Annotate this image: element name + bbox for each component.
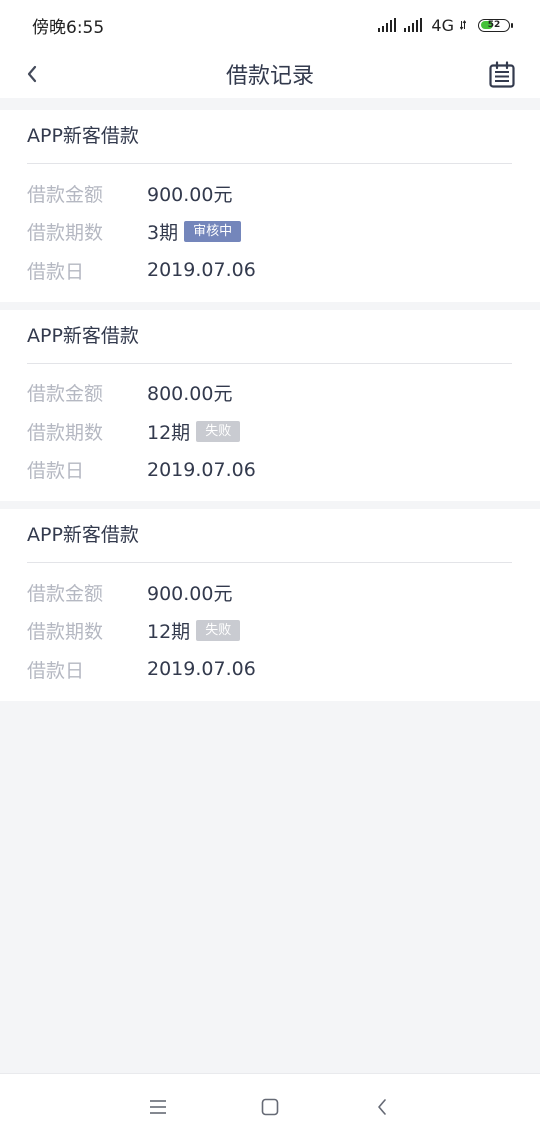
amount-row: 借款金额 800.00元: [27, 374, 512, 413]
loan-record-details: 借款金额 900.00元 借款期数 12期 失败 借款日 2019.07.06: [27, 563, 512, 701]
term-label: 借款期数: [27, 421, 104, 444]
term-row: 借款期数 12期 失败: [27, 612, 512, 651]
system-navigation-bar: [0, 1073, 540, 1140]
term-value: 12期: [147, 421, 191, 444]
term-value-group: 12期 失败: [147, 617, 241, 644]
signal-icon: [377, 18, 397, 32]
loan-record-details: 借款金额 800.00元 借款期数 12期 失败 借款日 2019.07.06: [27, 364, 512, 502]
battery-level: 52: [487, 19, 501, 30]
status-badge: 审核中: [184, 221, 242, 243]
amount-value: 900.00元: [147, 183, 233, 206]
date-row: 借款日 2019.07.06: [27, 251, 512, 290]
status-time: 傍晚6:55: [32, 17, 105, 38]
back-button[interactable]: [18, 60, 46, 88]
loan-record-card[interactable]: APP新客借款 借款金额 800.00元 借款期数 12期 失败 借款日 201…: [0, 309, 540, 502]
battery-icon: 52: [478, 18, 513, 32]
loan-record-list: APP新客借款 借款金额 900.00元 借款期数 3期 审核中 借款日 201…: [0, 110, 540, 701]
term-value: 12期: [147, 621, 191, 644]
term-value-group: 3期 审核中: [147, 218, 242, 245]
loan-record-title: APP新客借款: [27, 509, 512, 563]
chevron-left-icon: [27, 65, 37, 83]
amount-row: 借款金额 900.00元: [27, 174, 512, 213]
status-bar: 傍晚6:55 4G 52: [0, 0, 540, 50]
term-label: 借款期数: [27, 222, 104, 245]
term-value: 3期: [147, 222, 179, 245]
term-value-group: 12期 失败: [147, 418, 241, 445]
term-label: 借款期数: [27, 621, 104, 644]
menu-icon: [150, 1100, 166, 1114]
network-type: 4G: [431, 15, 454, 35]
date-value: 2019.07.06: [147, 259, 256, 282]
date-value: 2019.07.06: [147, 458, 256, 481]
amount-label: 借款金额: [27, 582, 104, 605]
home-square-icon: [261, 1098, 279, 1116]
loan-record-card[interactable]: APP新客借款 借款金额 900.00元 借款期数 3期 审核中 借款日 201…: [0, 110, 540, 302]
amount-row: 借款金额 900.00元: [27, 573, 512, 612]
status-badge: 失败: [196, 420, 241, 442]
date-row: 借款日 2019.07.06: [27, 451, 512, 490]
status-indicators: 4G 52: [377, 15, 513, 35]
amount-label: 借款金额: [27, 183, 104, 206]
nav-bar: 借款记录: [0, 50, 540, 98]
top-area: 傍晚6:55 4G 52 借款记录: [0, 0, 540, 98]
home-button[interactable]: [260, 1097, 280, 1117]
amount-value: 800.00元: [147, 383, 233, 406]
date-label: 借款日: [27, 260, 85, 283]
system-back-button[interactable]: [372, 1097, 392, 1117]
date-label: 借款日: [27, 460, 85, 483]
amount-value: 900.00元: [147, 582, 233, 605]
data-activity-icon: [459, 16, 467, 35]
calendar-icon: [489, 61, 515, 88]
calendar-button[interactable]: [486, 59, 518, 91]
date-row: 借款日 2019.07.06: [27, 650, 512, 689]
date-label: 借款日: [27, 659, 85, 682]
loan-record-details: 借款金额 900.00元 借款期数 3期 审核中 借款日 2019.07.06: [27, 164, 512, 302]
amount-label: 借款金额: [27, 383, 104, 406]
term-row: 借款期数 12期 失败: [27, 412, 512, 451]
menu-button[interactable]: [148, 1097, 168, 1117]
page-title: 借款记录: [225, 64, 314, 89]
signal-icon: [403, 18, 423, 32]
system-back-icon: [378, 1099, 386, 1115]
date-value: 2019.07.06: [147, 658, 256, 681]
term-row: 借款期数 3期 审核中: [27, 213, 512, 252]
loan-record-card[interactable]: APP新客借款 借款金额 900.00元 借款期数 12期 失败 借款日 201…: [0, 509, 540, 701]
status-badge: 失败: [196, 620, 241, 642]
battery-cap: [511, 22, 513, 28]
loan-record-title: APP新客借款: [27, 310, 512, 364]
loan-record-title: APP新客借款: [27, 110, 512, 164]
